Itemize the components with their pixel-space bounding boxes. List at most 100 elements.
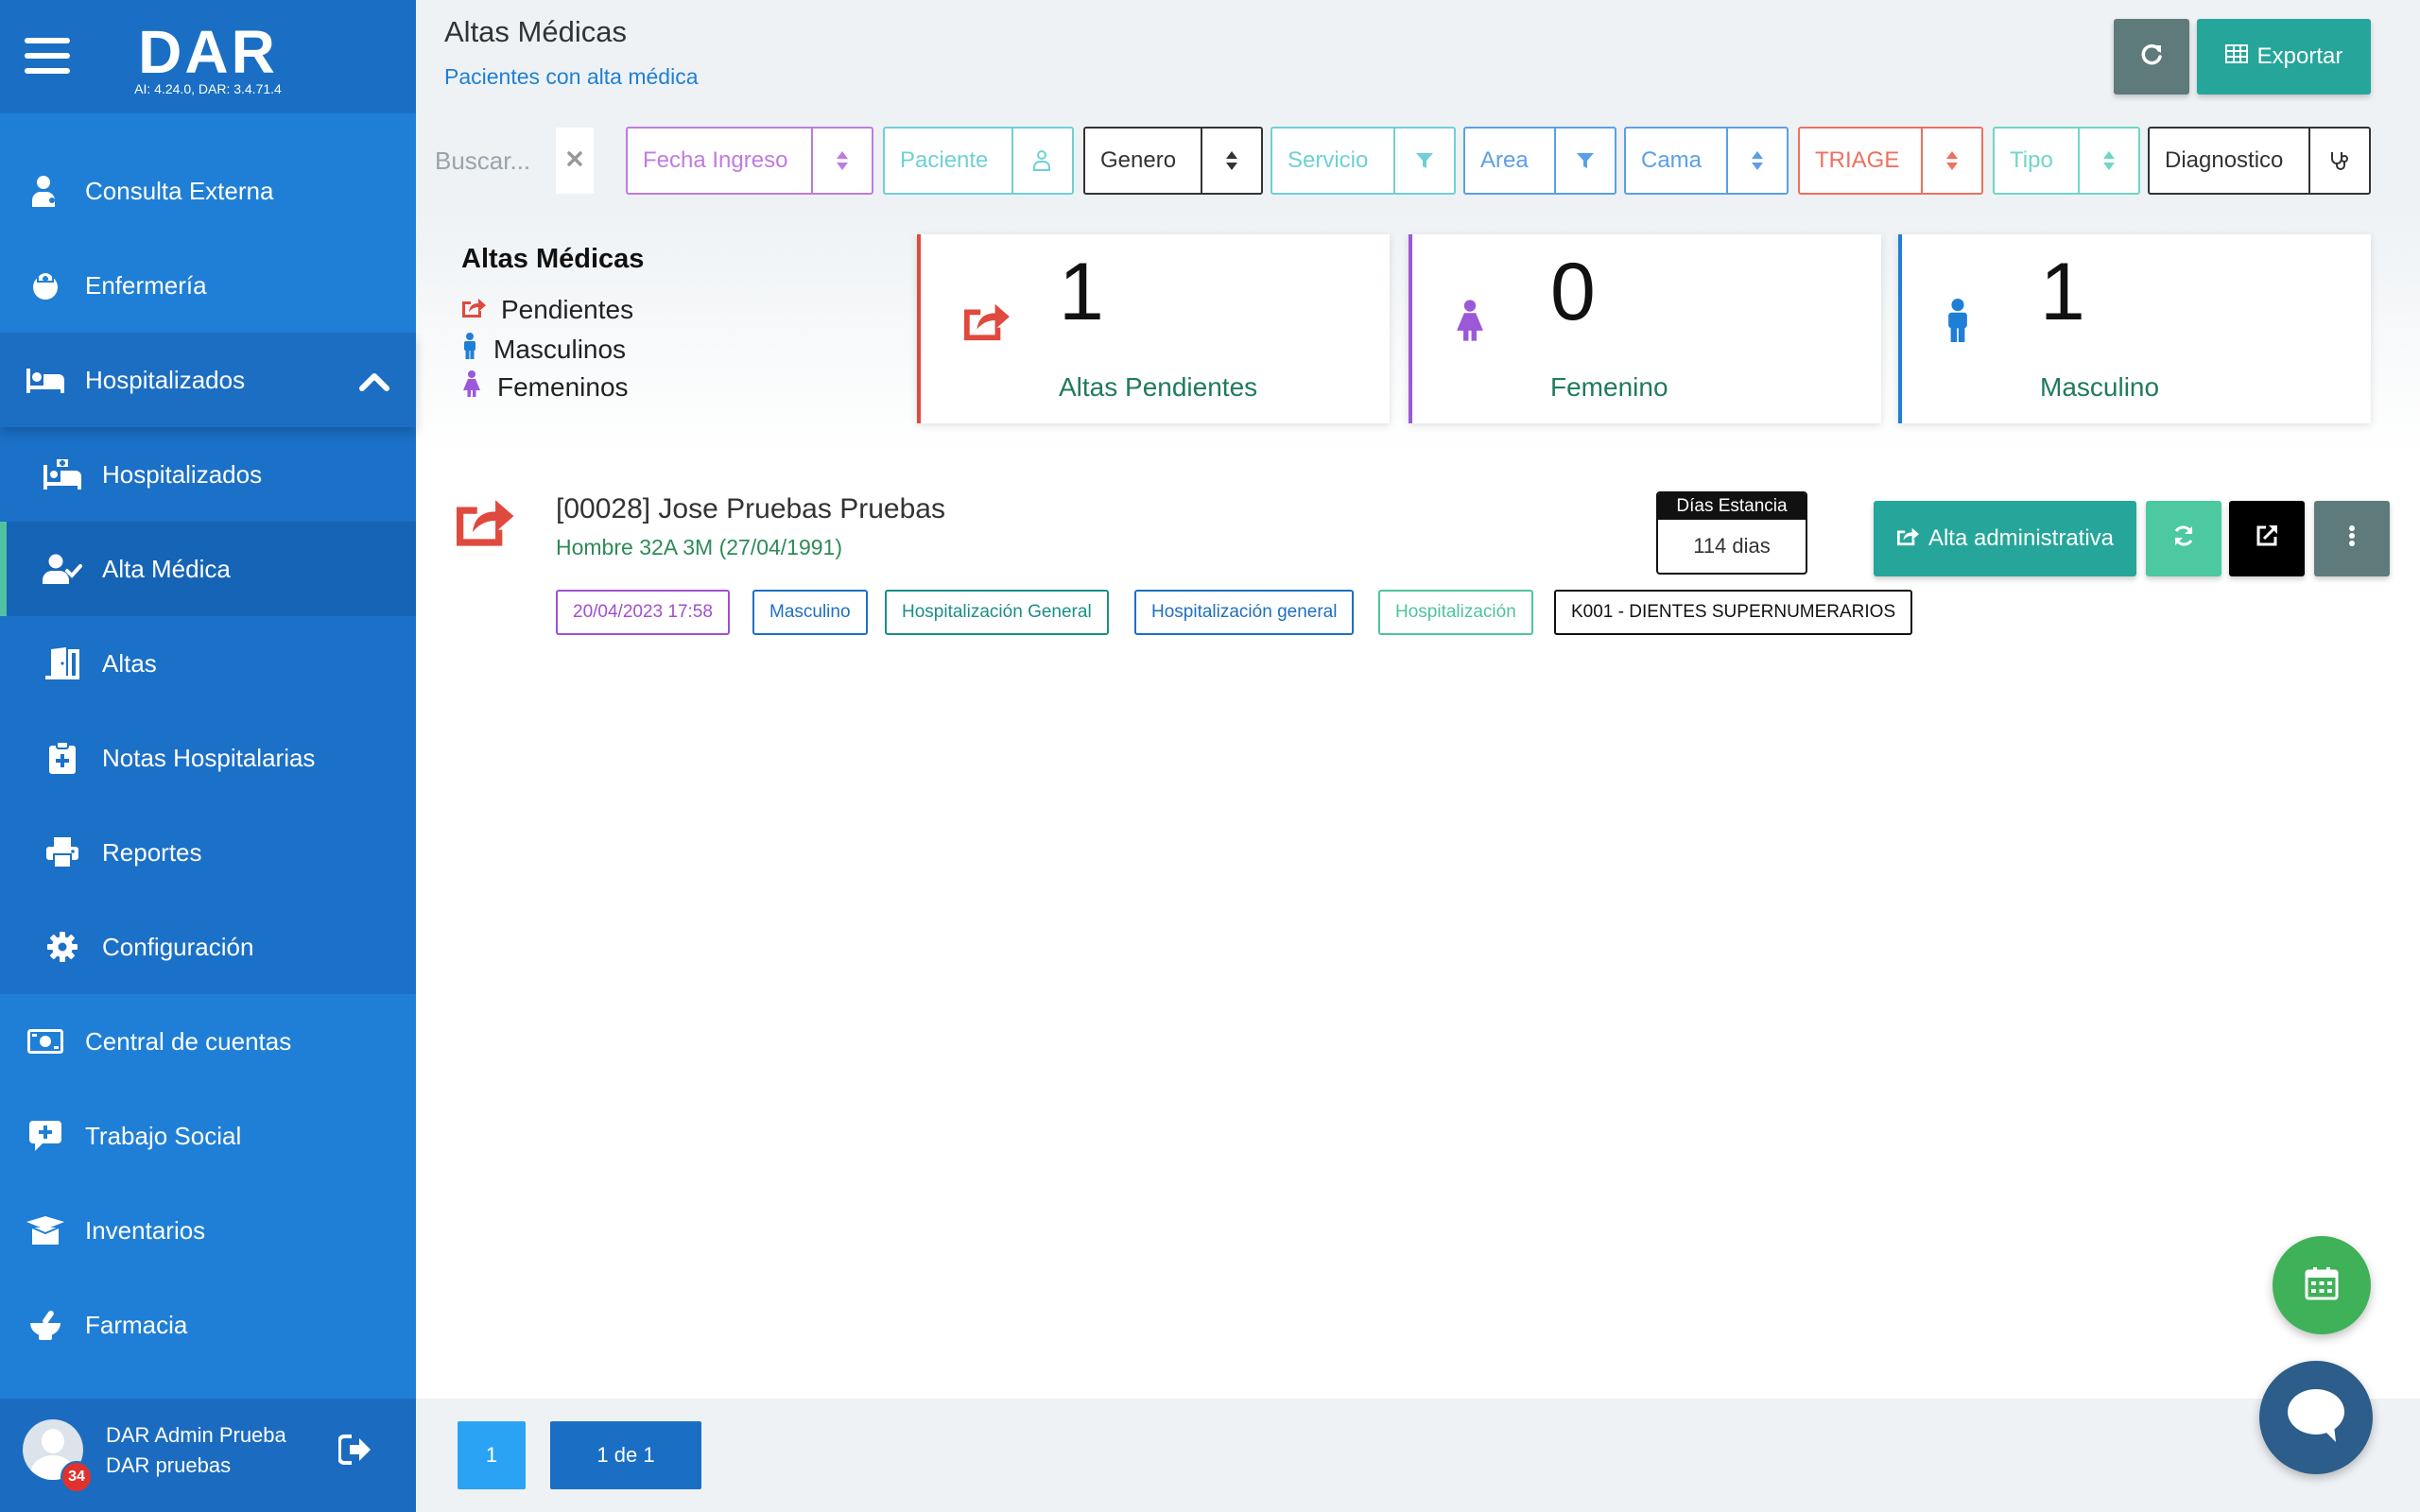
stay-days-box: Días Estancia 114 dias <box>1656 491 1807 575</box>
sidebar-item-label: Reportes <box>102 837 202 867</box>
patient-icon[interactable] <box>1011 129 1072 193</box>
filter-label: Tipo <box>2010 147 2053 173</box>
page-subtitle: Pacientes con alta médica <box>444 64 699 89</box>
page-summary: 1 de 1 <box>550 1421 701 1489</box>
sidebar-item-farmacia[interactable]: Farmacia <box>0 1278 416 1372</box>
legend-femeninos: Femeninos <box>461 370 629 404</box>
sidebar-item-reportes[interactable]: Reportes <box>0 805 416 900</box>
filter-label: Servicio <box>1288 147 1369 173</box>
sidebar-item-trabajo-social[interactable]: Trabajo Social <box>0 1089 416 1183</box>
tag-diagnosis: K001 - DIENTES SUPERNUMERARIOS <box>1554 590 1913 635</box>
patient-name[interactable]: [00028] Jose Pruebas Pruebas <box>556 493 945 525</box>
hospital-bed-icon <box>42 454 83 495</box>
sidebar-item-inventarios[interactable]: Inventarios <box>0 1183 416 1278</box>
summary-section: Altas Médicas Pendientes Masculinos Feme… <box>416 208 2420 454</box>
sidebar-item-consulta-externa[interactable]: Consulta Externa <box>0 144 416 238</box>
legend-pendientes: Pendientes <box>461 295 633 325</box>
stat-label: Masculino <box>2040 372 2160 402</box>
brand-name: DAR <box>138 18 278 86</box>
calendar-button[interactable] <box>2273 1236 2371 1334</box>
sidebar-item-label: Farmacia <box>85 1310 188 1339</box>
refresh-button[interactable] <box>2114 19 2189 94</box>
filter-tipo[interactable]: Tipo <box>1993 127 2140 195</box>
sidebar-item-altas[interactable]: Altas <box>0 616 416 711</box>
filter-area[interactable]: Area <box>1463 127 1616 195</box>
mortar-pestle-icon <box>25 1304 66 1346</box>
brand-logo[interactable]: DAR AI: 4.24.0, DAR: 3.4.71.4 <box>123 18 293 96</box>
filter-label: Fecha Ingreso <box>643 147 788 173</box>
filter-icon[interactable] <box>1554 129 1615 193</box>
more-options-button[interactable] <box>2314 501 2390 576</box>
stat-value: 1 <box>1059 247 1104 337</box>
open-external-button[interactable] <box>2229 501 2305 576</box>
user-name: DAR Admin Prueba <box>106 1423 286 1447</box>
alta-administrativa-button[interactable]: Alta administrativa <box>1874 501 2136 576</box>
sort-icon[interactable] <box>2078 129 2138 193</box>
sidebar: DAR AI: 4.24.0, DAR: 3.4.71.4 Consulta E… <box>0 0 416 1512</box>
sidebar-item-configuracion[interactable]: Configuración <box>0 900 416 994</box>
sort-icon[interactable] <box>1726 129 1787 193</box>
external-link-icon <box>2255 524 2279 555</box>
door-exit-icon <box>42 643 83 684</box>
sort-icon[interactable] <box>1201 129 1261 193</box>
legend-label: Pendientes <box>501 295 634 324</box>
tag-service: Hospitalización General <box>885 590 1109 635</box>
sidebar-item-label: Consulta Externa <box>85 176 274 205</box>
filter-triage[interactable]: TRIAGE <box>1798 127 1983 195</box>
filter-servicio[interactable]: Servicio <box>1270 127 1456 195</box>
sidebar-item-label: Hospitalizados <box>102 459 263 489</box>
chat-bubble-icon <box>2285 1387 2347 1449</box>
sidebar-item-label: Central de cuentas <box>85 1026 292 1056</box>
sidebar-item-alta-medica[interactable]: Alta Médica <box>0 522 416 616</box>
sort-icon[interactable] <box>811 129 872 193</box>
printer-icon <box>42 832 83 873</box>
male-icon <box>1944 299 1972 347</box>
sidebar-item-hospitalizados-group[interactable]: Hospitalizados <box>0 333 416 427</box>
table-icon <box>2224 43 2248 70</box>
user-check-icon <box>42 548 83 590</box>
logout-icon[interactable] <box>337 1435 372 1469</box>
sidebar-item-label: Inventarios <box>85 1215 206 1245</box>
sidebar-item-hospitalizados[interactable]: Hospitalizados <box>0 427 416 522</box>
female-icon <box>461 370 482 404</box>
user-org: DAR pruebas <box>106 1453 232 1477</box>
tag-type: Hospitalización <box>1378 590 1533 635</box>
menu-toggle-icon[interactable] <box>25 38 70 74</box>
sort-icon[interactable] <box>1921 129 1981 193</box>
export-button[interactable]: Exportar <box>2197 19 2371 94</box>
filter-bar: Buscar... Fecha Ingreso Paciente Genero … <box>416 113 2420 208</box>
stat-card-femenino[interactable]: 0 Femenino <box>1409 234 1881 423</box>
sync-button[interactable] <box>2146 501 2221 576</box>
brand-header: DAR AI: 4.24.0, DAR: 3.4.71.4 <box>0 0 416 113</box>
calendar-icon <box>2305 1266 2339 1305</box>
page-header: Altas Médicas Pacientes con alta médica … <box>416 0 2420 113</box>
filter-icon[interactable] <box>1393 129 1454 193</box>
chat-button[interactable] <box>2259 1361 2373 1474</box>
sidebar-item-notas-hospitalarias[interactable]: Notas Hospitalarias <box>0 711 416 805</box>
search-input[interactable]: Buscar... <box>435 128 544 194</box>
sidebar-item-label: Hospitalizados <box>85 365 246 394</box>
doctor-icon <box>25 170 66 212</box>
filter-cama[interactable]: Cama <box>1624 127 1789 195</box>
page-button-current[interactable]: 1 <box>458 1421 526 1489</box>
filter-diagnostico[interactable]: Diagnostico <box>2148 127 2371 195</box>
stethoscope-icon[interactable] <box>2308 129 2369 193</box>
stat-card-masculino[interactable]: 1 Masculino <box>1898 234 2371 423</box>
share-icon <box>1896 525 1919 553</box>
chevron-up-icon[interactable] <box>359 369 389 398</box>
refresh-icon <box>2139 43 2164 72</box>
brand-version: AI: 4.24.0, DAR: 3.4.71.4 <box>134 81 282 96</box>
filter-fecha-ingreso[interactable]: Fecha Ingreso <box>626 127 873 195</box>
clear-search-button[interactable] <box>556 128 594 194</box>
notification-badge[interactable]: 34 <box>60 1461 93 1493</box>
sidebar-item-enfermeria[interactable]: Enfermería <box>0 238 416 333</box>
button-label: Alta administrativa <box>1927 525 2115 551</box>
bed-icon <box>25 359 66 401</box>
sidebar-item-label: Altas <box>102 648 157 678</box>
close-icon <box>567 150 582 171</box>
male-icon <box>461 333 478 366</box>
stat-card-altas-pendientes[interactable]: 1 Altas Pendientes <box>917 234 1390 423</box>
filter-genero[interactable]: Genero <box>1083 127 1263 195</box>
sidebar-item-central-de-cuentas[interactable]: Central de cuentas <box>0 994 416 1089</box>
filter-paciente[interactable]: Paciente <box>883 127 1074 195</box>
